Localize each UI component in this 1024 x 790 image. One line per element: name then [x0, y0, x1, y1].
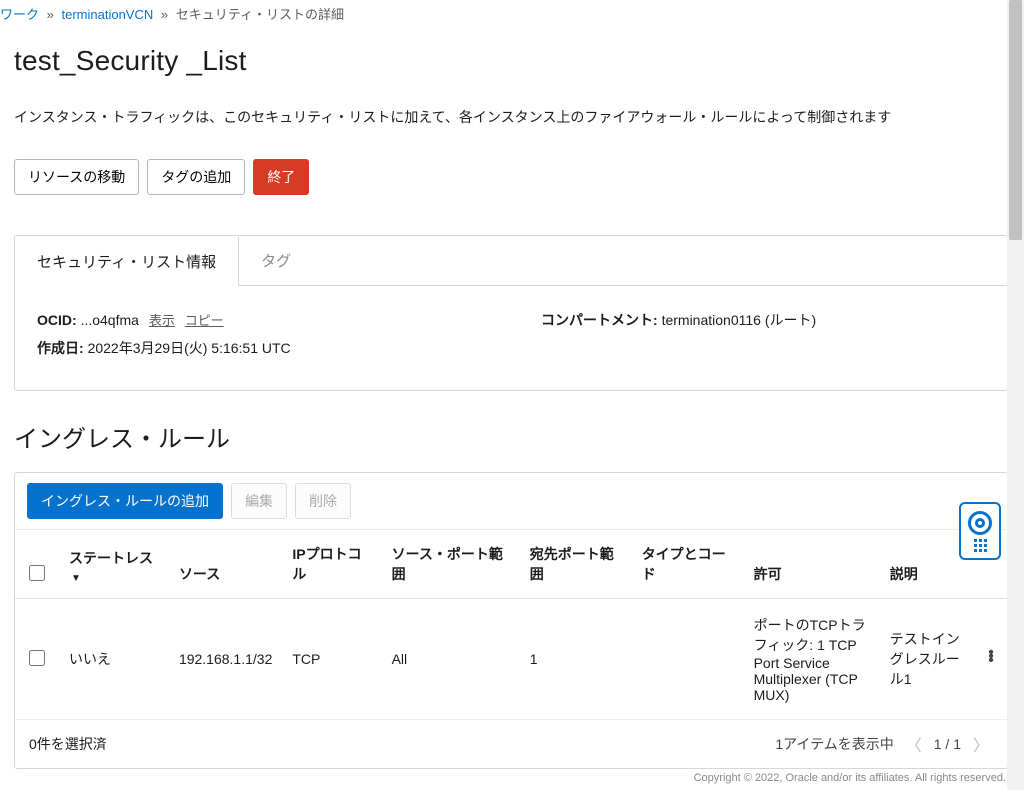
vertical-scrollbar[interactable] — [1007, 0, 1024, 790]
breadcrumb-link-vcn[interactable]: terminationVCN — [62, 7, 154, 22]
breadcrumb-link-work[interactable]: ワーク — [0, 7, 39, 22]
edit-rule-button: 編集 — [231, 483, 287, 519]
add-ingress-rule-button[interactable]: イングレス・ルールの追加 — [27, 483, 223, 519]
lifebuoy-icon — [968, 511, 992, 535]
row-checkbox[interactable] — [29, 650, 45, 666]
col-source[interactable]: ソース — [169, 530, 282, 599]
delete-rule-button: 削除 — [295, 483, 351, 519]
pager: 1アイテムを表示中 〈 1 / 1 〉 — [775, 730, 993, 758]
compartment-value: termination0116 (ルート) — [662, 312, 817, 328]
ingress-table-actions: イングレス・ルールの追加 編集 削除 — [15, 473, 1007, 530]
ingress-table: ステートレス▼ ソース IPプロトコル ソース・ポート範囲 宛先ポート範囲 タイ… — [15, 530, 1007, 720]
grid-dots-icon — [974, 539, 987, 552]
breadcrumb-sep: » — [161, 7, 168, 22]
created-value: 2022年3月29日(火) 5:16:51 UTC — [88, 340, 291, 356]
pager-position: 1 / 1 — [934, 736, 961, 752]
breadcrumb: ワーク » terminationVCN » セキュリティ・リストの詳細 — [0, 0, 1024, 23]
col-allow[interactable]: 許可 — [744, 530, 880, 599]
cell-ip-protocol: TCP — [282, 599, 381, 720]
page-title: test_Security _List — [14, 45, 1008, 77]
add-tag-button[interactable]: タグの追加 — [147, 159, 245, 195]
cell-stateless: いいえ — [59, 599, 169, 720]
info-panel: セキュリティ・リスト情報 タグ OCID: ...o4qfma 表示 コピー 作… — [14, 235, 1008, 391]
tab-body: OCID: ...o4qfma 表示 コピー 作成日: 2022年3月29日(火… — [15, 286, 1007, 390]
col-dst-port[interactable]: 宛先ポート範囲 — [520, 530, 632, 599]
col-stateless[interactable]: ステートレス▼ — [59, 530, 169, 599]
selected-count: 0件を選択済 — [29, 734, 107, 754]
tab-tags[interactable]: タグ — [239, 236, 314, 285]
select-all-checkbox[interactable] — [29, 565, 45, 581]
terminate-button[interactable]: 終了 — [253, 159, 309, 195]
ocid-label: OCID: — [37, 312, 77, 328]
table-footer: 0件を選択済 1アイテムを表示中 〈 1 / 1 〉 — [15, 720, 1007, 768]
cell-src-port: All — [382, 599, 520, 720]
col-type-code[interactable]: タイプとコード — [632, 530, 744, 599]
breadcrumb-sep: » — [47, 7, 54, 22]
col-ip-protocol[interactable]: IPプロトコル — [282, 530, 381, 599]
cell-desc: テストイングレスルール1 — [880, 599, 975, 720]
cell-allow: ポートのTCPトラフィック: 1 TCP Port Service Multip… — [744, 599, 880, 720]
ingress-table-wrap: イングレス・ルールの追加 編集 削除 ステートレス▼ ソース IPプロトコル ソ… — [14, 472, 1008, 769]
cell-source: 192.168.1.1/32 — [169, 599, 282, 720]
scrollbar-thumb[interactable] — [1009, 0, 1022, 240]
info-col-left: OCID: ...o4qfma 表示 コピー 作成日: 2022年3月29日(火… — [37, 306, 481, 362]
col-checkbox — [15, 530, 59, 599]
cell-type-code — [632, 599, 744, 720]
ocid-copy-link[interactable]: コピー — [185, 313, 224, 328]
move-resource-button[interactable]: リソースの移動 — [14, 159, 139, 195]
page-description: インスタンス・トラフィックは、このセキュリティ・リストに加えて、各インスタンス上… — [14, 107, 1008, 127]
compartment-label: コンパートメント: — [541, 312, 658, 328]
row-actions-kebab-icon[interactable]: ••• — [988, 651, 994, 663]
action-button-row: リソースの移動 タグの追加 終了 — [14, 159, 1008, 195]
table-row: いいえ 192.168.1.1/32 TCP All 1 ポートのTCPトラフィ… — [15, 599, 1007, 720]
cell-dst-port: 1 — [520, 599, 632, 720]
breadcrumb-current: セキュリティ・リストの詳細 — [176, 7, 344, 22]
help-floating-button[interactable] — [959, 502, 1001, 560]
showing-count: 1アイテムを表示中 — [775, 734, 893, 754]
info-col-right: コンパートメント: termination0116 (ルート) — [541, 306, 985, 362]
ocid-show-link[interactable]: 表示 — [149, 313, 175, 328]
sort-caret-icon: ▼ — [71, 573, 81, 584]
ingress-heading: イングレス・ルール — [14, 419, 1008, 454]
tab-security-list-info[interactable]: セキュリティ・リスト情報 — [15, 237, 239, 286]
pager-next-icon: 〉 — [969, 730, 993, 758]
ocid-value: ...o4qfma — [81, 312, 139, 328]
pager-prev-icon: 〈 — [902, 730, 926, 758]
created-label: 作成日: — [37, 340, 84, 356]
tab-header: セキュリティ・リスト情報 タグ — [15, 236, 1007, 286]
col-src-port[interactable]: ソース・ポート範囲 — [382, 530, 520, 599]
copyright: Copyright © 2022, Oracle and/or its affi… — [694, 772, 1006, 784]
